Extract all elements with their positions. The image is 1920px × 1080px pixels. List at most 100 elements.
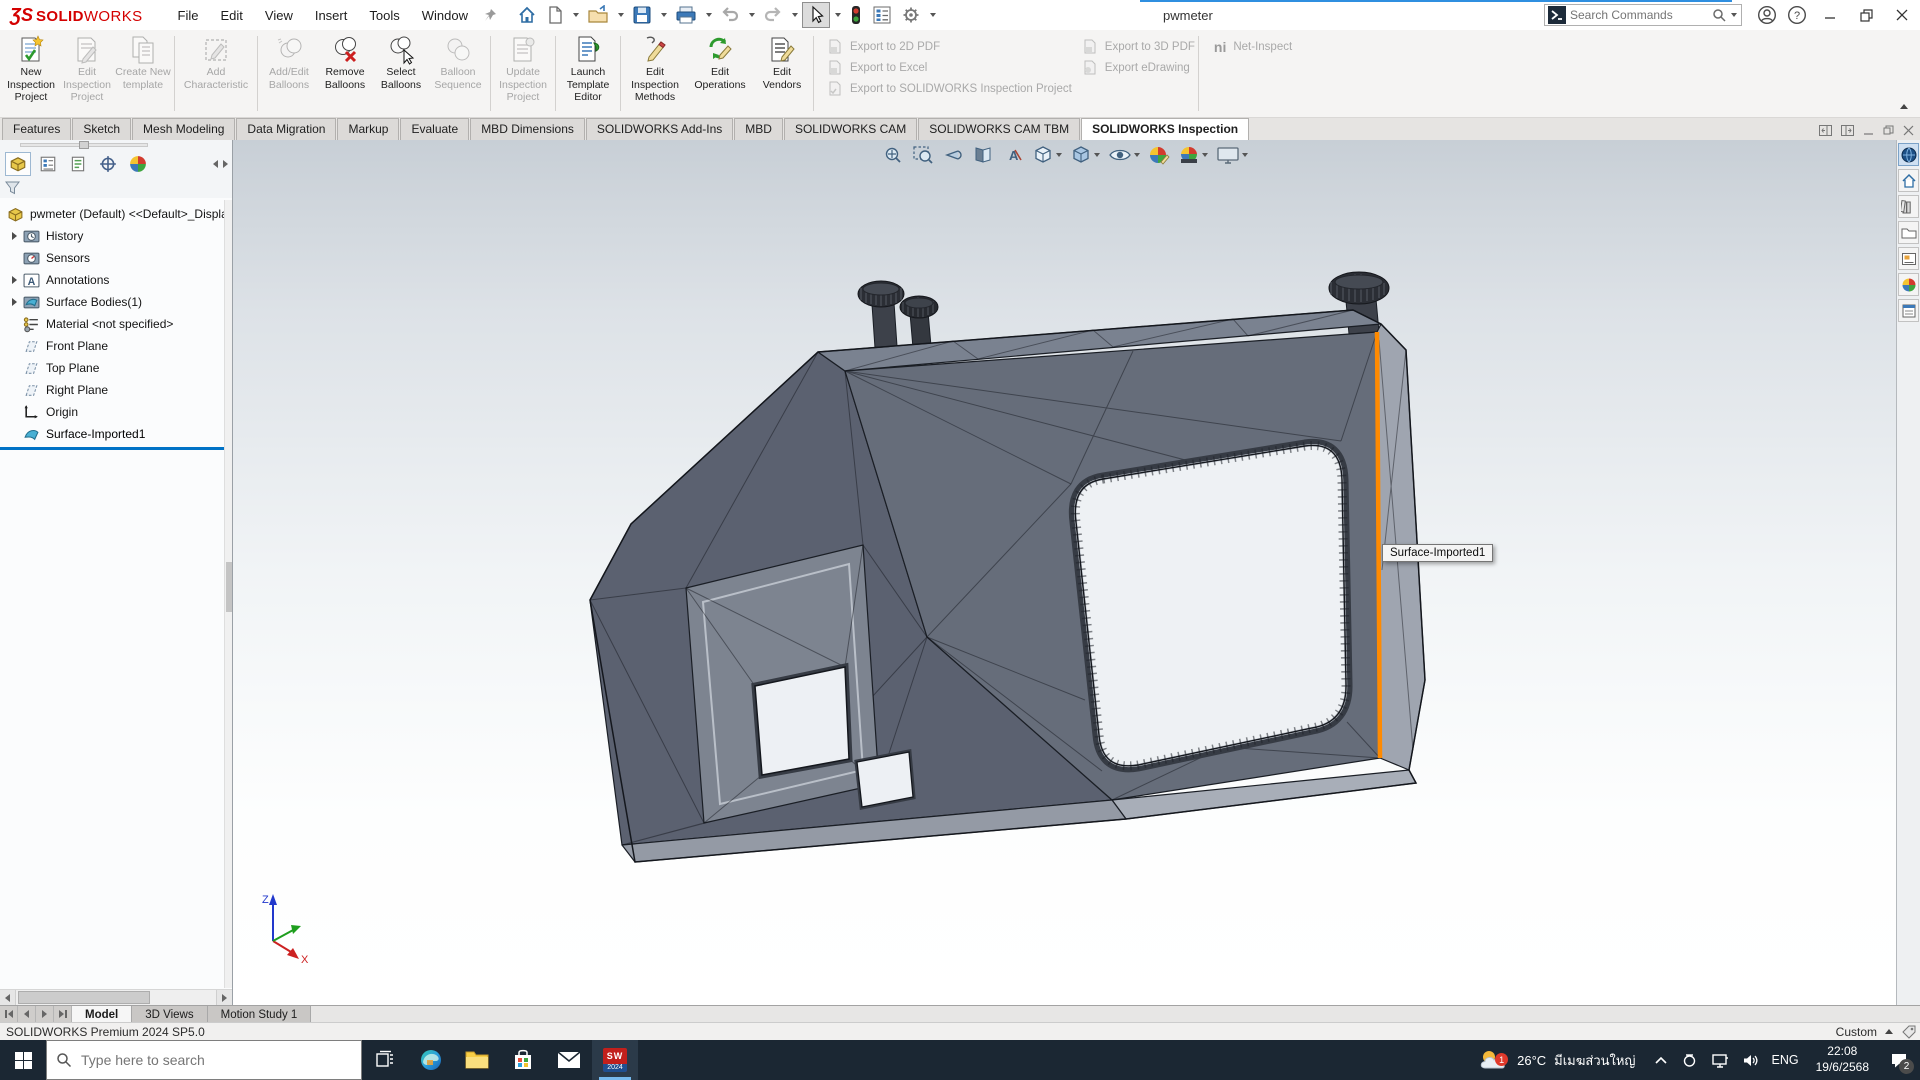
tab-model[interactable]: Model — [72, 1006, 132, 1022]
display-style-caret[interactable] — [1094, 153, 1100, 157]
previous-view-icon[interactable] — [942, 145, 964, 165]
minimize-button[interactable] — [1812, 0, 1848, 30]
scrollbar-thumb[interactable] — [18, 991, 150, 1004]
tree-vertical-scrollbar[interactable] — [224, 200, 232, 988]
tree-item-history[interactable]: History — [0, 225, 232, 247]
expander-icon[interactable] — [7, 276, 21, 284]
taskbar-search[interactable] — [46, 1040, 362, 1080]
display-state-label[interactable]: Custom — [1836, 1025, 1877, 1039]
configurationmanager-tab[interactable] — [65, 152, 91, 176]
onedrive-icon[interactable] — [1681, 1053, 1698, 1068]
close-button[interactable] — [1884, 0, 1920, 30]
graphics-viewport[interactable]: A Surface-Imported1 Z X — [233, 140, 1896, 1005]
tree-item-front-plane[interactable]: Front Plane — [0, 335, 232, 357]
apply-scene-icon[interactable] — [1178, 145, 1208, 165]
custom-properties-icon[interactable] — [1898, 299, 1919, 322]
expander-icon[interactable] — [7, 232, 21, 240]
document-close-icon[interactable] — [1903, 125, 1914, 136]
view-settings-caret[interactable] — [1242, 153, 1248, 157]
file-explorer-icon[interactable] — [1898, 221, 1919, 244]
save-caret[interactable] — [661, 13, 667, 17]
menu-file[interactable]: File — [167, 3, 210, 28]
microsoft-store-icon[interactable] — [500, 1040, 546, 1080]
options-caret[interactable] — [930, 13, 936, 17]
menu-tools[interactable]: Tools — [358, 3, 410, 28]
hide-annotations-icon[interactable]: A — [1002, 145, 1024, 165]
search-icon[interactable] — [1712, 8, 1727, 23]
edit-appearance-icon[interactable] — [1148, 145, 1170, 165]
panel-width-slider[interactable] — [0, 140, 232, 150]
search-commands-input[interactable] — [1570, 8, 1712, 22]
view-settings-icon[interactable] — [1216, 145, 1248, 165]
document-minimize-icon[interactable] — [1863, 125, 1874, 136]
tag-icon[interactable] — [1901, 1025, 1917, 1039]
tree-item-right-plane[interactable]: Right Plane — [0, 379, 232, 401]
tree-item-origin[interactable]: Origin — [0, 401, 232, 423]
slider-knob[interactable] — [79, 141, 89, 149]
display-style-icon[interactable] — [1070, 145, 1100, 165]
hide-show-items-icon[interactable] — [1108, 145, 1140, 165]
task-view-button[interactable] — [362, 1040, 408, 1080]
tab-mbd[interactable]: MBD — [734, 118, 783, 140]
scrollbar-thumb[interactable] — [226, 562, 232, 612]
filter-funnel-icon[interactable] — [5, 181, 20, 195]
home-tab-icon[interactable] — [1898, 169, 1919, 192]
design-library-icon[interactable] — [1898, 195, 1919, 218]
search-caret[interactable] — [1731, 13, 1737, 17]
zoom-to-fit-icon[interactable] — [882, 145, 904, 165]
options-gear-button[interactable] — [897, 2, 925, 28]
ribbon-collapse-chevron[interactable] — [1900, 104, 1908, 109]
network-icon[interactable] — [1711, 1053, 1729, 1068]
tab-markup[interactable]: Markup — [337, 118, 399, 140]
rollback-bar[interactable] — [0, 447, 232, 450]
scroll-left-icon[interactable] — [0, 990, 16, 1005]
tab-features[interactable]: Features — [2, 118, 71, 140]
view-palette-icon[interactable] — [1898, 247, 1919, 270]
tree-item-sensors[interactable]: Sensors — [0, 247, 232, 269]
home-button[interactable] — [513, 2, 541, 28]
tab-solidworks-cam-tbm[interactable]: SOLIDWORKS CAM TBM — [918, 118, 1080, 140]
clock[interactable]: 22:08 19/6/2568 — [1807, 1044, 1878, 1075]
last-tab-icon[interactable] — [54, 1006, 72, 1022]
solidworks-app-button[interactable]: SW 2024 — [592, 1040, 638, 1080]
solidworks-resources-icon[interactable] — [1898, 143, 1919, 166]
appearances-icon[interactable] — [1898, 273, 1919, 296]
volume-icon[interactable] — [1742, 1053, 1759, 1068]
menu-insert[interactable]: Insert — [304, 3, 359, 28]
featuremanager-tree-tab[interactable] — [5, 152, 31, 176]
zoom-to-area-icon[interactable] — [912, 145, 934, 165]
tab-solidworks-cam[interactable]: SOLIDWORKS CAM — [784, 118, 917, 140]
account-icon[interactable] — [1752, 0, 1782, 30]
dimxpertmanager-tab[interactable] — [95, 152, 121, 176]
pane-right-icon[interactable] — [1841, 125, 1854, 136]
tab-data-migration[interactable]: Data Migration — [236, 118, 336, 140]
view-orientation-caret[interactable] — [1056, 153, 1062, 157]
edit-inspection-methods-button[interactable]: Edit Inspection Methods — [624, 30, 686, 117]
command-search[interactable] — [1544, 4, 1742, 26]
menu-window[interactable]: Window — [411, 3, 479, 28]
tree-item-material[interactable]: Material <not specified> — [0, 313, 232, 335]
scroll-tabs-right-icon[interactable] — [223, 160, 228, 168]
show-hidden-icons-chevron[interactable] — [1654, 1055, 1668, 1065]
new-inspection-project-button[interactable]: New Inspection Project — [3, 30, 59, 117]
action-center-button[interactable]: 2 — [1878, 1040, 1920, 1080]
menu-view[interactable]: View — [254, 3, 304, 28]
apply-scene-caret[interactable] — [1202, 153, 1208, 157]
launch-template-editor-button[interactable]: Launch Template Editor — [559, 30, 617, 117]
open-caret[interactable] — [618, 13, 624, 17]
view-orientation-icon[interactable] — [1032, 145, 1062, 165]
menu-edit[interactable]: Edit — [209, 3, 253, 28]
select-tool-button[interactable] — [802, 2, 830, 28]
print-caret[interactable] — [706, 13, 712, 17]
edit-operations-button[interactable]: Edit Operations — [686, 30, 754, 117]
select-balloons-button[interactable]: Select Balloons — [373, 30, 429, 117]
scroll-tabs-left-icon[interactable] — [213, 160, 218, 168]
display-state-caret-icon[interactable] — [1885, 1029, 1893, 1034]
print-button[interactable] — [671, 2, 701, 28]
expander-icon[interactable] — [7, 298, 21, 306]
previous-tab-icon[interactable] — [18, 1006, 36, 1022]
open-button[interactable] — [583, 2, 613, 28]
tree-item-surface-imported1[interactable]: Surface-Imported1 — [0, 423, 232, 445]
new-document-caret[interactable] — [573, 13, 579, 17]
language-indicator[interactable]: ENG — [1772, 1053, 1799, 1067]
